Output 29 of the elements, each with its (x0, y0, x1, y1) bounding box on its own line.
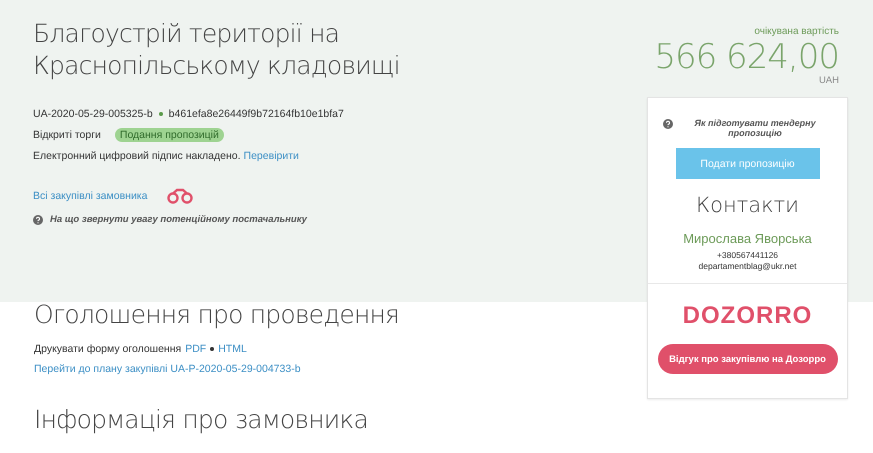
tender-id: UA-2020-05-29-005325-b (33, 108, 153, 120)
buyer-tenders-link[interactable]: Всі закупівлі замовника (33, 190, 148, 202)
price-currency: UAH (818, 75, 839, 86)
contact-email: departamentblag@ukr.net (698, 261, 796, 271)
proposal-hint: Як підготувати тендерну пропозицію (693, 118, 817, 138)
help-icon (662, 119, 672, 129)
help-icon (33, 214, 43, 224)
verify-link[interactable]: Перевірити (244, 150, 299, 162)
contacts-title: Контакти (696, 193, 799, 217)
supplier-hint: На що звернути увагу потенційному постачальнику (50, 214, 307, 225)
tender-title: Благоустрій території на Краснопільському кладовищі (33, 18, 401, 82)
submit-button[interactable]: Подати пропозицію (676, 148, 820, 179)
contact-name: Мирослава Яворська (683, 231, 812, 246)
plan-link[interactable]: Перейти до плану закупівлі UA-P-2020-05-29-004733-b (34, 363, 301, 375)
contact-phone: +380567441126 (716, 250, 778, 260)
status-badge: Подання пропозицій (114, 128, 224, 142)
binoculars-icon (165, 188, 196, 204)
procedure-type: Відкриті торги (33, 129, 101, 141)
print-label: Друкувати форму оголошення (34, 343, 182, 355)
price-label: очікувана вартість (754, 26, 839, 37)
section-title: Оголошення про проведення (34, 300, 400, 329)
price-amount: 566 624,00 (654, 39, 839, 75)
format-link[interactable]: HTML (218, 343, 247, 355)
signature-text: Електронний цифровий підпис накладено. (33, 150, 241, 162)
feedback-button[interactable]: Відгук про закупівлю на Дозорро (658, 344, 838, 374)
tender-hash: b461efa8e26449f9b72164fb10e1bfa7 (168, 108, 344, 120)
logo: DOZORRO (682, 302, 812, 330)
format-link[interactable]: PDF (185, 343, 206, 355)
section-title: Інформація про замовника (34, 405, 368, 434)
